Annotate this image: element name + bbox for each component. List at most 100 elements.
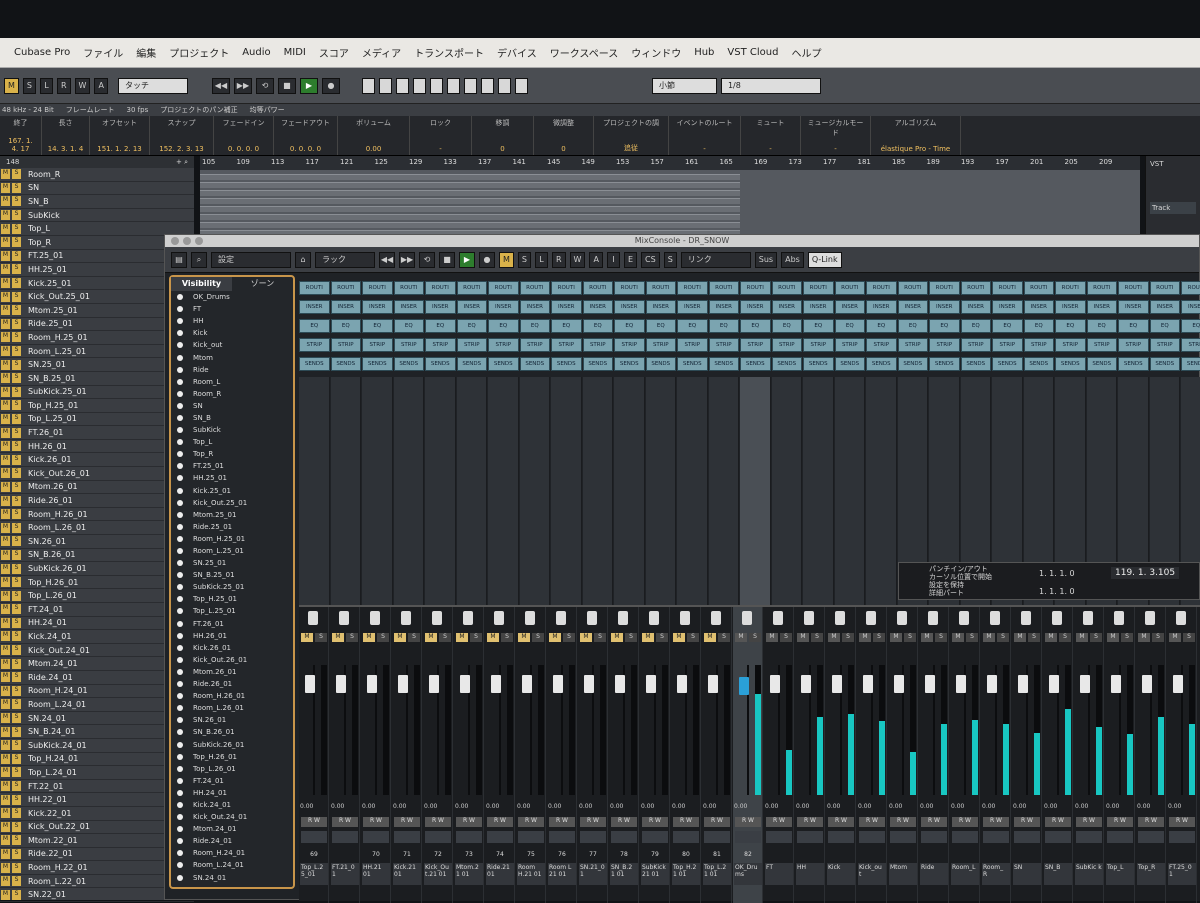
visibility-dot[interactable]: [177, 427, 183, 434]
track-name[interactable]: Room_L.24_01: [28, 700, 86, 709]
track-button[interactable]: Track: [1150, 202, 1196, 214]
channel-slot[interactable]: [363, 831, 389, 843]
rack-slot[interactable]: ROUTI: [1055, 281, 1086, 295]
pan-knob[interactable]: [1083, 611, 1093, 625]
rack-slot[interactable]: ROUTI: [803, 281, 834, 295]
mute-button[interactable]: M: [1, 699, 10, 710]
fader-handle[interactable]: [1173, 675, 1183, 693]
solo-button[interactable]: S: [12, 454, 21, 465]
event-info-value[interactable]: 14. 3. 1. 4: [46, 145, 85, 153]
cycle-icon[interactable]: ⟲: [419, 251, 435, 268]
fader-handle[interactable]: [584, 675, 594, 693]
rack-slot[interactable]: STRIP: [866, 338, 897, 352]
mute-button[interactable]: M: [1045, 633, 1057, 642]
mute-button[interactable]: M: [1, 549, 10, 560]
track-name[interactable]: SubKick.24_01: [28, 741, 87, 750]
solo-button[interactable]: S: [12, 427, 21, 438]
search-icon[interactable]: + ⌕: [176, 158, 188, 167]
solo-button[interactable]: S: [997, 633, 1009, 642]
visibility-dot[interactable]: [177, 366, 183, 373]
solo-button[interactable]: S: [12, 332, 21, 343]
rack-slot[interactable]: EQ: [551, 319, 582, 333]
channel-name[interactable]: Ride: [920, 863, 948, 885]
mute-button[interactable]: M: [1, 509, 10, 520]
channel-slot[interactable]: [859, 831, 885, 843]
link-select[interactable]: リンク: [680, 251, 751, 268]
mute-button[interactable]: M: [1, 590, 10, 601]
visibility-item[interactable]: Kick.24_01: [171, 799, 293, 811]
channel-name[interactable]: Kick.21 01: [393, 863, 421, 885]
fader-value[interactable]: 0.00: [672, 803, 685, 810]
visibility-item[interactable]: Room_R: [171, 388, 293, 400]
rack-slot[interactable]: SENDS: [1181, 357, 1200, 371]
visibility-dot[interactable]: [177, 753, 183, 760]
rack-slot[interactable]: STRIP: [456, 338, 487, 352]
erase-tool-icon[interactable]: [429, 77, 443, 94]
visibility-item[interactable]: Kick.26_01: [171, 642, 293, 654]
read-write-buttons[interactable]: R W: [456, 817, 482, 827]
rack-slot[interactable]: STRIP: [960, 338, 991, 352]
menu-item[interactable]: ヘルプ: [791, 45, 821, 60]
visibility-dot[interactable]: [177, 814, 183, 821]
solo-button[interactable]: S: [811, 633, 823, 642]
rack-slot[interactable]: ROUTI: [1086, 281, 1117, 295]
visibility-dot[interactable]: [177, 656, 183, 663]
mute-button[interactable]: M: [518, 633, 530, 642]
track-name[interactable]: Kick.26_01: [28, 455, 71, 464]
mute-button[interactable]: M: [1, 318, 10, 329]
rack-slot[interactable]: ROUTI: [393, 281, 424, 295]
mute-button[interactable]: M: [1, 413, 10, 424]
visibility-item[interactable]: Top_R: [171, 448, 293, 460]
fader-handle[interactable]: [832, 675, 842, 693]
pan-knob[interactable]: [618, 611, 628, 625]
solo-button[interactable]: S: [1152, 633, 1164, 642]
visibility-dot[interactable]: [177, 874, 183, 881]
rack-slot[interactable]: INSER: [740, 300, 771, 314]
solo-button[interactable]: S: [12, 563, 21, 574]
rack-slot[interactable]: EQ: [299, 319, 330, 333]
solo-button[interactable]: S: [12, 237, 21, 248]
visibility-item[interactable]: Mtom: [171, 351, 293, 363]
event-info-cell[interactable]: 微調整 0: [534, 116, 594, 155]
read-write-buttons[interactable]: R W: [549, 817, 575, 827]
rack-slot[interactable]: SENDS: [1023, 357, 1054, 371]
solo-button[interactable]: S: [1183, 633, 1195, 642]
track-name[interactable]: FT.26_01: [28, 428, 63, 437]
mute-button[interactable]: M: [952, 633, 964, 642]
visibility-item[interactable]: Mtom.24_01: [171, 823, 293, 835]
channel-slot[interactable]: [828, 831, 854, 843]
fader-handle[interactable]: [553, 675, 563, 693]
timeline-ruler[interactable]: 105 109 113 117 121 125 129 133 137 141 145 149 153 1…: [200, 156, 1140, 170]
mute-button[interactable]: M: [797, 633, 809, 642]
track-row[interactable]: M S Room_R: [0, 168, 194, 182]
fader-value[interactable]: 0.00: [1106, 803, 1119, 810]
rack-slot[interactable]: STRIP: [330, 338, 361, 352]
track-name[interactable]: Mtom.25_01: [28, 306, 78, 315]
split-tool-icon[interactable]: [395, 77, 409, 94]
track-name[interactable]: SN: [28, 183, 39, 192]
visibility-dot[interactable]: [177, 620, 183, 627]
visibility-dot[interactable]: [177, 548, 183, 555]
solo-button[interactable]: S: [12, 658, 21, 669]
rack-slot[interactable]: INSER: [677, 300, 708, 314]
read-write-buttons[interactable]: R W: [797, 817, 823, 827]
track-name[interactable]: Kick_Out.26_01: [28, 469, 90, 478]
fader-value[interactable]: 0.00: [1168, 803, 1181, 810]
punch-option[interactable]: 設定を保持: [929, 581, 992, 589]
visibility-dot[interactable]: [177, 451, 183, 458]
solo-button[interactable]: S: [12, 169, 21, 180]
visibility-item[interactable]: Kick_Out.26_01: [171, 654, 293, 666]
solo-button[interactable]: S: [12, 767, 21, 778]
fader-value[interactable]: 0.00: [982, 803, 995, 810]
fader-handle[interactable]: [801, 675, 811, 693]
channel-slot[interactable]: [456, 831, 482, 843]
solo-button[interactable]: S: [12, 835, 21, 846]
grid-select[interactable]: 1/8: [720, 77, 821, 94]
pan-knob[interactable]: [432, 611, 442, 625]
rack-slot[interactable]: ROUTI: [551, 281, 582, 295]
visibility-item[interactable]: Room_L: [171, 376, 293, 388]
rack-slot[interactable]: INSER: [299, 300, 330, 314]
rack-slot[interactable]: ROUTI: [740, 281, 771, 295]
punch-option[interactable]: カーソル位置で開始: [929, 573, 992, 581]
rack-slot[interactable]: ROUTI: [299, 281, 330, 295]
